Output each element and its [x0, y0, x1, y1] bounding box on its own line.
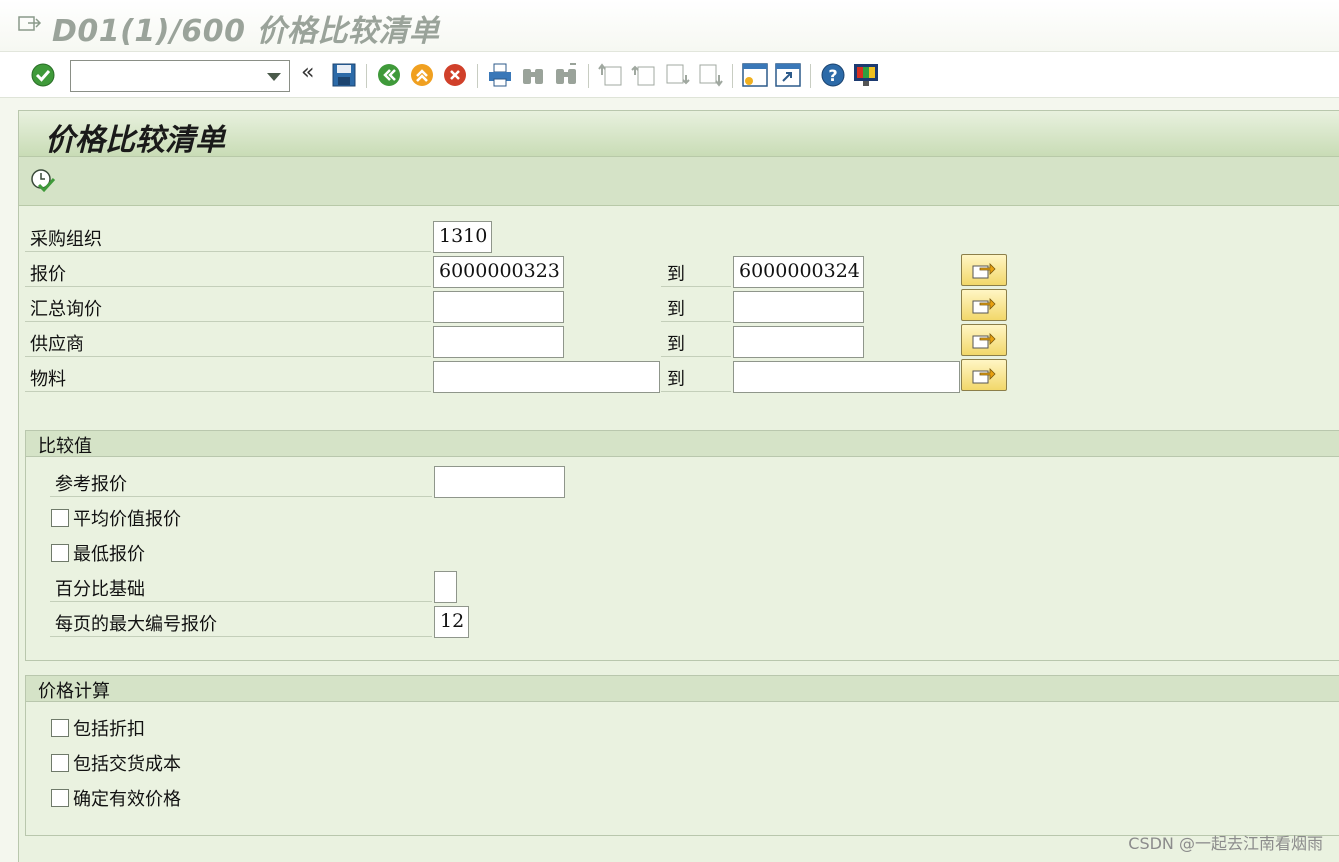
- toolbar-separator: [477, 64, 478, 88]
- percentage-basis-label: 百分比基础: [55, 579, 145, 600]
- material-label: 物料: [30, 369, 66, 390]
- back-icon[interactable]: [375, 61, 403, 89]
- row-divider: [661, 286, 731, 287]
- toolbar-separator: [732, 64, 733, 88]
- row-divider: [661, 321, 731, 322]
- svg-text:?: ?: [828, 66, 837, 85]
- row-divider: [25, 251, 431, 252]
- include-discounts-label: 包括折扣: [73, 719, 145, 740]
- row-divider: [50, 636, 432, 637]
- vendor-label: 供应商: [30, 334, 84, 355]
- reference-quotation-label: 参考报价: [55, 474, 127, 495]
- vendor-to-label: 到: [667, 334, 685, 355]
- vendor-multiple-selection-button[interactable]: [961, 324, 1007, 356]
- mean-value-quotation-label: 平均价值报价: [73, 509, 181, 530]
- purchasing-org-label: 采购组织: [30, 229, 102, 250]
- toolbar-separator: [810, 64, 811, 88]
- multiple-selection-icon: [972, 333, 996, 349]
- comparison-values-group: 比较值 参考报价 平均价值报价 最低报价 百分比基础 每页的最大编号报价 12: [25, 430, 1339, 661]
- material-to-label: 到: [667, 369, 685, 390]
- row-divider: [661, 391, 731, 392]
- shortcut-icon[interactable]: [774, 61, 802, 89]
- toolbar-separator: [366, 64, 367, 88]
- material-from-field[interactable]: [433, 361, 660, 393]
- main-panel: 价格比较清单 采购组织 1310 报价 6000000323 到 6000000…: [18, 110, 1339, 862]
- cancel-icon[interactable]: [441, 61, 469, 89]
- window-title: D01(1)/600 价格比较清单: [52, 14, 440, 49]
- row-divider: [25, 286, 431, 287]
- collective-rfq-to-label: 到: [667, 299, 685, 320]
- quotation-from-field[interactable]: 6000000323: [433, 256, 564, 288]
- create-session-icon[interactable]: [741, 61, 769, 89]
- chevron-down-icon[interactable]: [267, 73, 281, 81]
- title-bar: D01(1)/600 价格比较清单: [0, 0, 1339, 52]
- reference-quotation-field[interactable]: [434, 466, 565, 498]
- first-page-icon[interactable]: [597, 61, 625, 89]
- enter-icon[interactable]: [29, 61, 57, 89]
- minimum-value-quotation-checkbox[interactable]: [51, 544, 69, 562]
- quotation-multiple-selection-button[interactable]: [961, 254, 1007, 286]
- menu-icon[interactable]: [18, 14, 42, 34]
- determine-effective-price-checkbox[interactable]: [51, 789, 69, 807]
- mean-value-quotation-checkbox[interactable]: [51, 509, 69, 527]
- previous-page-icon[interactable]: [630, 61, 658, 89]
- multiple-selection-icon: [972, 263, 996, 279]
- collective-rfq-to-field[interactable]: [733, 291, 864, 323]
- material-to-field[interactable]: [733, 361, 960, 393]
- screen-header: 价格比较清单: [19, 111, 1339, 158]
- quotation-label: 报价: [30, 264, 66, 285]
- print-icon[interactable]: [486, 61, 514, 89]
- next-page-icon[interactable]: [663, 61, 691, 89]
- include-delivery-costs-checkbox[interactable]: [51, 754, 69, 772]
- command-field[interactable]: [70, 60, 290, 92]
- find-next-icon[interactable]: [552, 61, 580, 89]
- material-multiple-selection-button[interactable]: [961, 359, 1007, 391]
- row-divider: [25, 321, 431, 322]
- last-page-icon[interactable]: [696, 61, 724, 89]
- system-toolbar: « ?: [0, 52, 1339, 98]
- percentage-basis-field[interactable]: [434, 571, 457, 603]
- collective-rfq-label: 汇总询价: [30, 299, 102, 320]
- help-icon[interactable]: ?: [819, 61, 847, 89]
- row-divider: [25, 356, 431, 357]
- collapse-command-icon[interactable]: «: [301, 60, 314, 85]
- collective-rfq-multiple-selection-button[interactable]: [961, 289, 1007, 321]
- vendor-to-field[interactable]: [733, 326, 864, 358]
- minimum-value-quotation-label: 最低报价: [73, 544, 145, 565]
- save-icon[interactable]: [330, 61, 358, 89]
- group-title: 价格计算: [26, 676, 1339, 702]
- toolbar-separator: [588, 64, 589, 88]
- multiple-selection-icon: [972, 368, 996, 384]
- customize-layout-icon[interactable]: [852, 61, 880, 89]
- max-quotations-per-page-field[interactable]: 12: [434, 606, 469, 638]
- vendor-from-field[interactable]: [433, 326, 564, 358]
- comparison-values-title: 比较值: [38, 436, 92, 457]
- row-divider: [661, 356, 731, 357]
- include-delivery-costs-label: 包括交货成本: [73, 754, 181, 775]
- page-title: 价格比较清单: [45, 123, 225, 158]
- quotation-to-label: 到: [667, 264, 685, 285]
- find-icon[interactable]: [519, 61, 547, 89]
- multiple-selection-icon: [972, 298, 996, 314]
- determine-effective-price-label: 确定有效价格: [73, 789, 181, 810]
- max-quotations-per-page-label: 每页的最大编号报价: [55, 614, 217, 635]
- watermark: CSDN @一起去江南看烟雨: [1128, 834, 1323, 853]
- include-discounts-checkbox[interactable]: [51, 719, 69, 737]
- group-title: 比较值: [26, 431, 1339, 457]
- collective-rfq-from-field[interactable]: [433, 291, 564, 323]
- quotation-to-field[interactable]: 6000000324: [733, 256, 864, 288]
- row-divider: [50, 496, 432, 497]
- price-calculation-title: 价格计算: [38, 681, 110, 702]
- purchasing-org-field[interactable]: 1310: [433, 221, 492, 253]
- exit-icon[interactable]: [408, 61, 436, 89]
- price-calculation-group: 价格计算 包括折扣 包括交货成本 确定有效价格: [25, 675, 1339, 836]
- row-divider: [25, 391, 431, 392]
- row-divider: [50, 601, 432, 602]
- application-toolbar: [19, 157, 1339, 206]
- execute-icon[interactable]: [29, 167, 57, 195]
